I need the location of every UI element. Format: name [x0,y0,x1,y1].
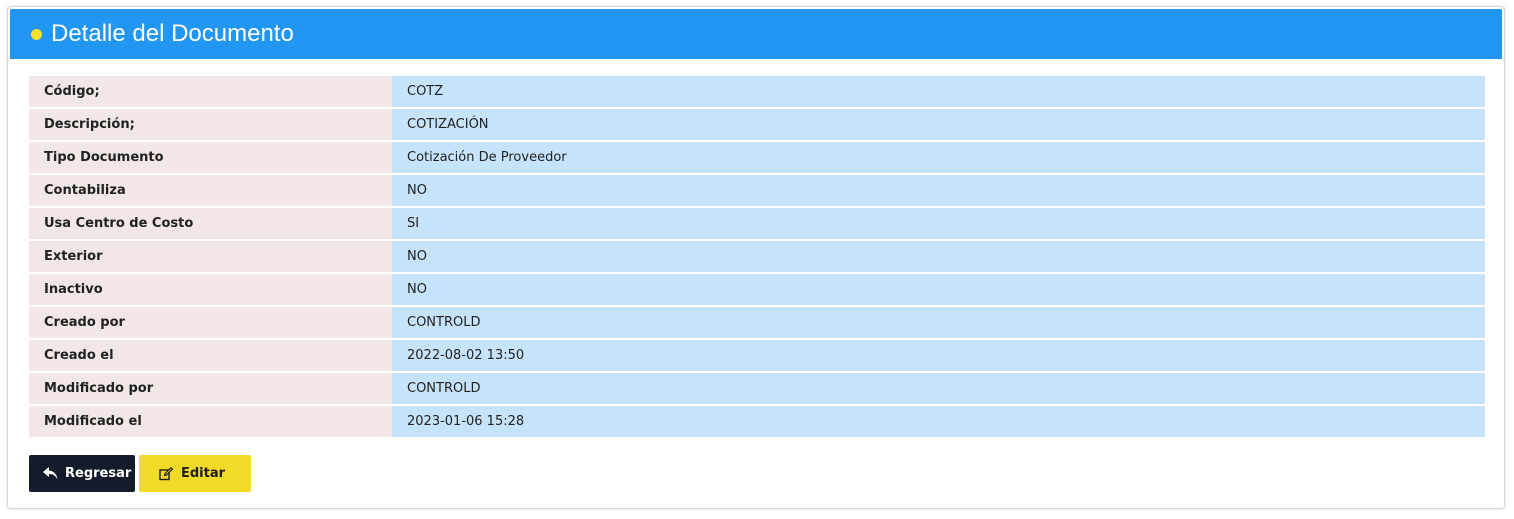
row-label: Descripción; [29,109,392,142]
row-label: Usa Centro de Costo [29,208,392,241]
row-label: Exterior [29,241,392,274]
edit-button-label: Editar [181,466,226,481]
back-button[interactable]: Regresar [29,455,135,492]
row-label: Modificado por [29,373,392,406]
table-row: Creado el 2022-08-02 13:50 [29,340,1485,373]
row-label: Creado el [29,340,392,373]
table-row: Usa Centro de Costo SI [29,208,1485,241]
edit-button[interactable]: Editar [139,455,251,492]
document-detail-card: Detalle del Documento Código; COTZ Descr… [7,6,1505,509]
row-label: Inactivo [29,274,392,307]
row-label: Creado por [29,307,392,340]
page-title: Detalle del Documento [51,20,294,47]
edit-icon [158,466,174,482]
table-row: Creado por CONTROLD [29,307,1485,340]
row-value: CONTROLD [392,307,1485,340]
table-row: Inactivo NO [29,274,1485,307]
detail-table: Código; COTZ Descripción; COTIZACIÓN Tip… [29,76,1485,439]
row-value: SI [392,208,1485,241]
table-row: Exterior NO [29,241,1485,274]
table-row: Descripción; COTIZACIÓN [29,109,1485,142]
row-value: 2023-01-06 15:28 [392,406,1485,439]
row-value: NO [392,274,1485,307]
row-value: NO [392,241,1485,274]
row-value: CONTROLD [392,373,1485,406]
reply-arrow-icon [43,466,58,482]
table-row: Contabiliza NO [29,175,1485,208]
table-row: Modificado por CONTROLD [29,373,1485,406]
status-dot-icon [31,28,42,40]
row-value: 2022-08-02 13:50 [392,340,1485,373]
row-value: Cotización De Proveedor [392,142,1485,175]
back-button-label: Regresar [65,466,132,481]
row-label: Contabiliza [29,175,392,208]
table-row: Código; COTZ [29,76,1485,109]
row-value: COTZ [392,76,1485,109]
card-header: Detalle del Documento [10,9,1502,59]
table-row: Modificado el 2023-01-06 15:28 [29,406,1485,439]
action-buttons: Regresar Editar [29,455,251,492]
row-value: COTIZACIÓN [392,109,1485,142]
row-label: Código; [29,76,392,109]
row-label: Modificado el [29,406,392,439]
table-row: Tipo Documento Cotización De Proveedor [29,142,1485,175]
row-label: Tipo Documento [29,142,392,175]
row-value: NO [392,175,1485,208]
